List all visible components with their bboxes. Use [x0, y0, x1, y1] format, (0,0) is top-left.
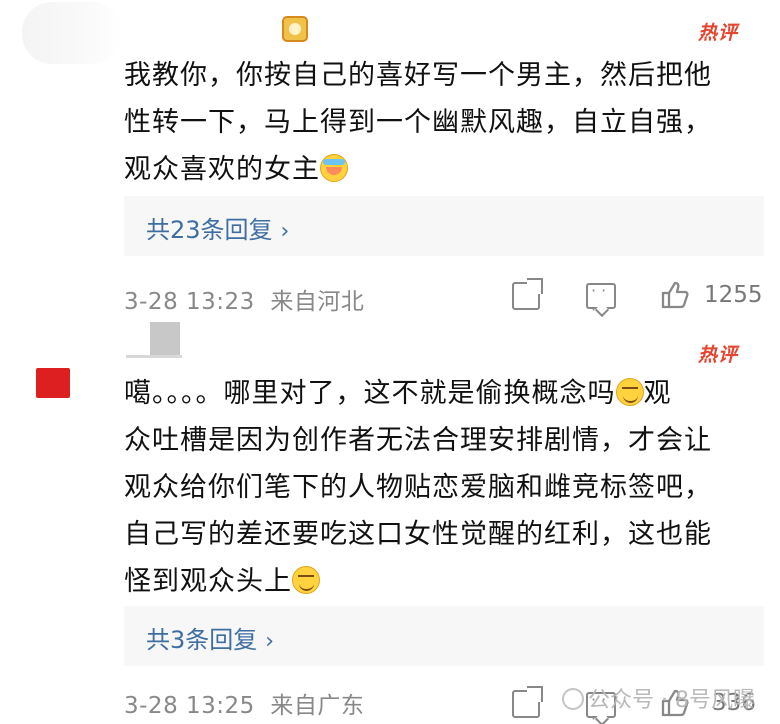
chevron-right-icon: › — [280, 219, 290, 244]
replies-label: 共23条回复 — [146, 216, 273, 244]
hot-comment-badge: 热评 — [698, 344, 739, 366]
comment-line: 自己写的差还要吃这口女性觉醒的红利，这也能 — [124, 519, 712, 550]
comment-location: 来自广东 — [270, 693, 365, 719]
username-underline — [126, 355, 182, 358]
watermark: 公众号 · 8号风曝 — [562, 682, 755, 714]
comment-date: 3-28 13:25 — [124, 693, 255, 719]
hot-comment-badge: 热评 — [698, 22, 739, 44]
view-replies-link[interactable]: 共3条回复 › — [146, 620, 274, 655]
comment-line-text: 怪到观众头上 — [124, 566, 292, 597]
badge-icon — [282, 16, 308, 42]
chevron-right-icon: › — [265, 629, 275, 654]
view-replies-link[interactable]: 共23条回复 › — [146, 210, 289, 245]
emoji-smile-icon — [615, 378, 644, 406]
username[interactable] — [150, 322, 180, 358]
watermark-text: 公众号 · 8号风曝 — [588, 688, 755, 713]
comment-line: 我教你，你按自己的喜好写一个男主，然后把他 — [124, 60, 712, 91]
comment-icon[interactable] — [586, 281, 616, 319]
comment-meta: 3-28 13:23 来自河北 — [124, 282, 364, 316]
comment-line: 观众给你们笔下的人物贴恋爱脑和雌竞标签吧， — [124, 472, 712, 503]
share-icon[interactable] — [512, 282, 540, 310]
emoji-smile-icon — [292, 566, 320, 594]
comment-text: 噶。。。。哪里对了，这不就是偷换概念吗观 众吐槽是因为创作者无法合理安排剧情，才… — [124, 370, 764, 605]
like-count: 1255 — [704, 282, 763, 308]
comment-line: 众吐槽是因为创作者无法合理安排剧情，才会让 — [124, 425, 712, 456]
avatar[interactable] — [36, 368, 70, 398]
comment-line-text: 观众喜欢的女主 — [124, 154, 320, 185]
comment-line-text: 观 — [643, 378, 672, 409]
comment-line: 怪到观众头上 — [124, 558, 764, 605]
replies-label: 共3条回复 — [146, 626, 258, 654]
reply-box: 共3条回复 › — [124, 606, 764, 666]
comment-line: 观众喜欢的女主 — [124, 146, 764, 193]
comment-date: 3-28 13:23 — [124, 289, 255, 315]
comment-text: 我教你，你按自己的喜好写一个男主，然后把他 性转一下，马上得到一个幽默风趣，自立… — [124, 52, 764, 193]
like-icon[interactable] — [660, 280, 690, 310]
share-icon[interactable] — [512, 690, 540, 718]
comment-meta: 3-28 13:25 来自广东 — [124, 686, 364, 720]
reply-box: 共23条回复 › — [124, 196, 764, 256]
comment-line-text: 噶。。。。哪里对了，这不就是偷换概念吗 — [124, 378, 616, 409]
wechat-logo-icon — [562, 688, 584, 710]
avatar[interactable] — [22, 2, 122, 64]
emoji-cry-icon — [320, 154, 348, 182]
comment-location: 来自河北 — [270, 289, 365, 315]
comment-line: 性转一下，马上得到一个幽默风趣，自立自强， — [124, 107, 712, 138]
comment-line: 噶。。。。哪里对了，这不就是偷换概念吗观 — [124, 370, 764, 417]
